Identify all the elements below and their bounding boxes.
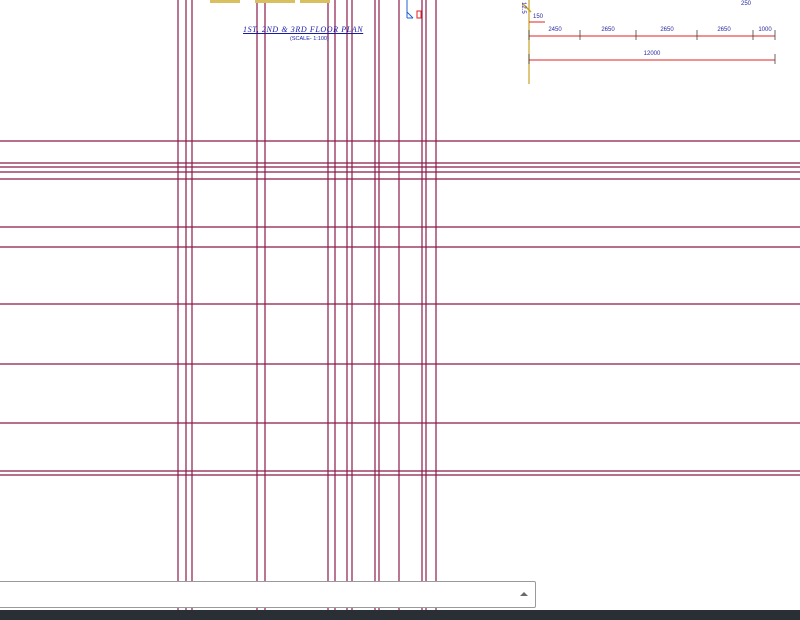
dimension-total: 12000 <box>643 51 661 57</box>
corner-label: 250 <box>741 1 752 7</box>
drawing-title: 1ST, 2ND & 3RD FLOOR PLAN <box>243 25 364 34</box>
dimension-segment-2: 2650 <box>601 27 615 33</box>
dimension-segment-3: 2650 <box>660 27 674 33</box>
dimension-segment-1: 2450 <box>548 27 562 33</box>
triangle-up-icon[interactable] <box>517 587 531 601</box>
vertical-label: 12.5 <box>520 2 526 14</box>
offset-label: 150 <box>533 14 544 20</box>
status-bar <box>0 610 800 620</box>
command-line[interactable] <box>0 581 536 608</box>
command-input[interactable] <box>7 586 511 605</box>
drawing-scale: (SCALE- 1:100) <box>290 36 329 42</box>
dimension-segment-5: 1000 <box>758 27 772 33</box>
dimension-segment-4: 2650 <box>717 27 731 33</box>
floor-plan-drawing <box>0 0 800 610</box>
drawing-canvas[interactable]: 1ST, 2ND & 3RD FLOOR PLAN (SCALE- 1:100)… <box>0 0 800 610</box>
top-edge-marks <box>210 0 330 3</box>
section-marker <box>406 0 422 19</box>
horizontal-grid-lines <box>0 140 800 476</box>
dimension-block <box>522 0 776 84</box>
vertical-grid-lines <box>177 0 437 610</box>
